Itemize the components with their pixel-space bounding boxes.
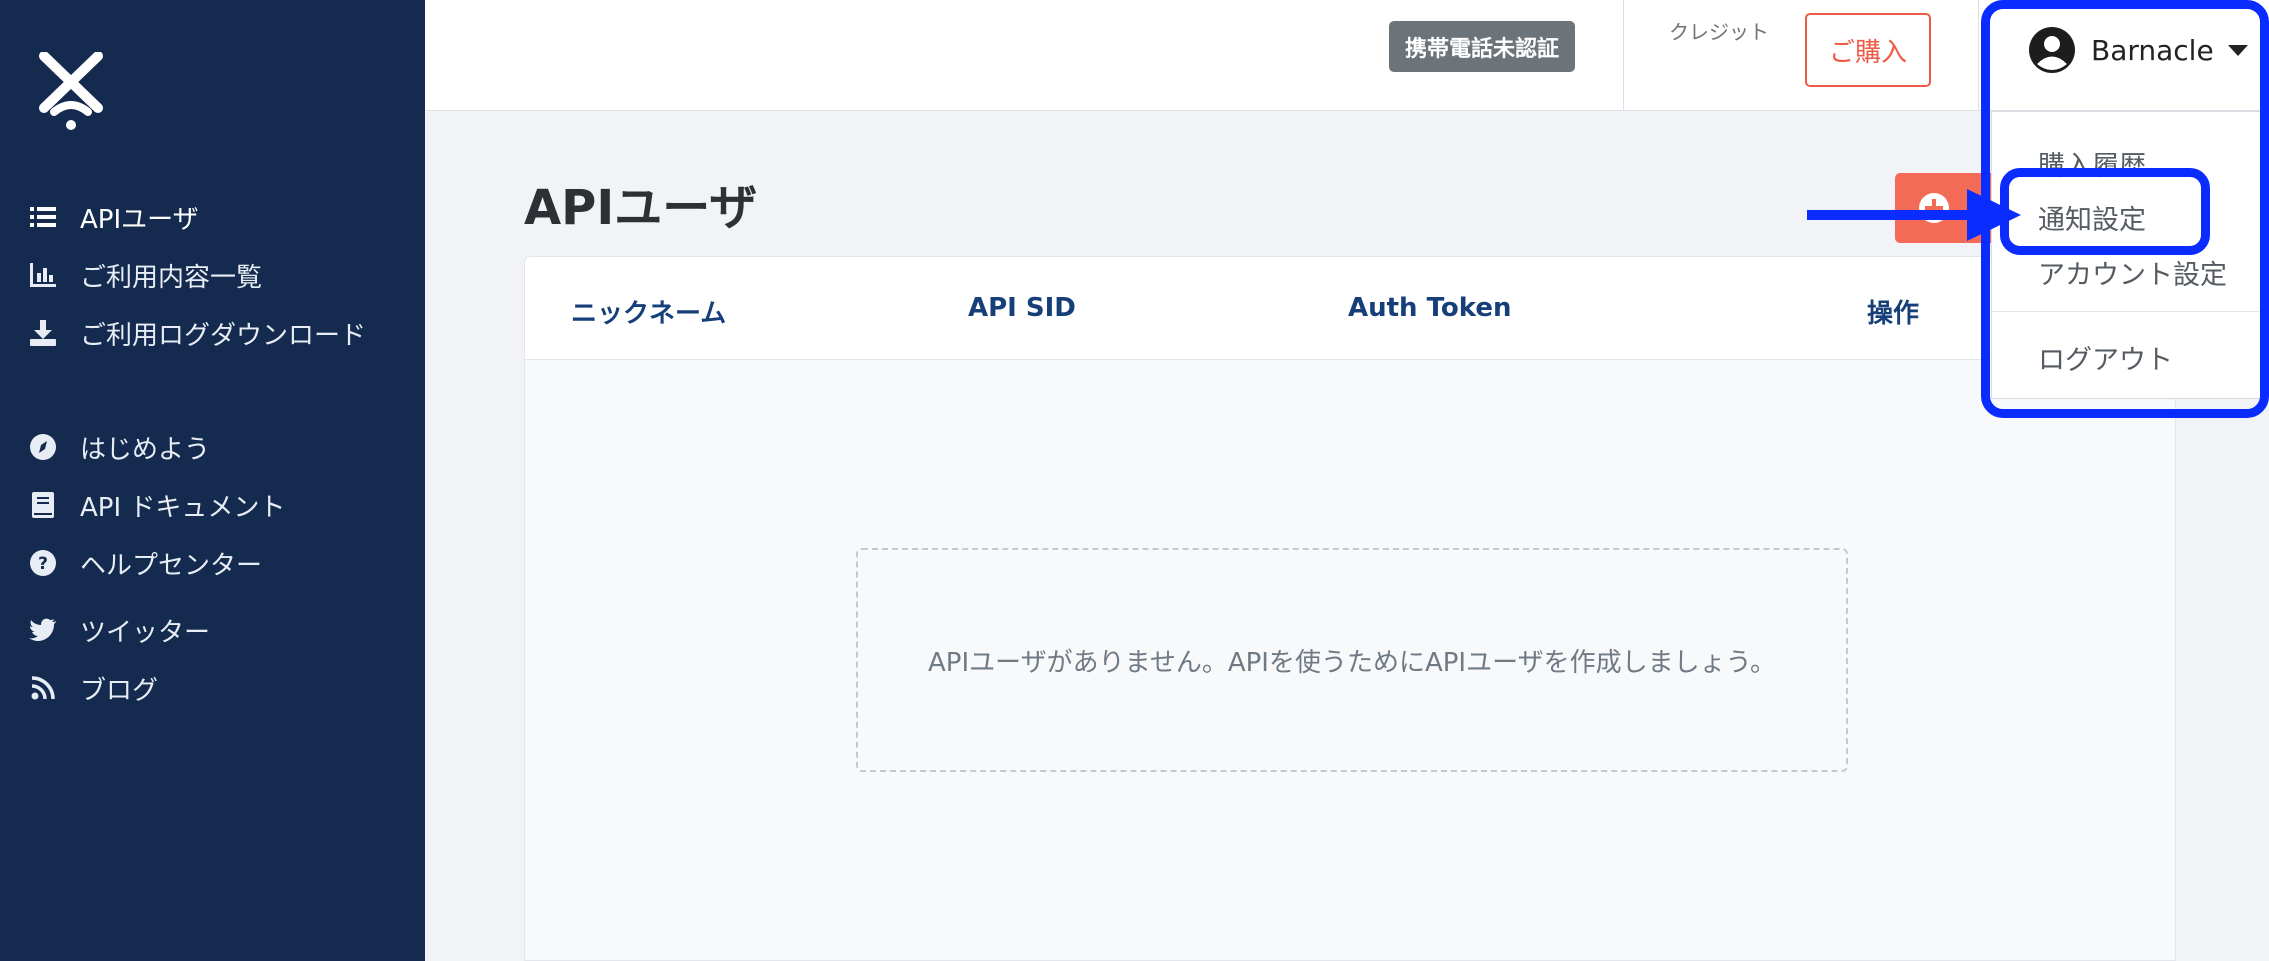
rss-icon bbox=[28, 673, 58, 703]
sidebar-item-label: ご利用内容一覧 bbox=[80, 262, 263, 293]
sidebar-item-twitter[interactable]: ツイッター bbox=[0, 601, 425, 659]
header-divider bbox=[1623, 0, 1624, 111]
question-circle-icon: ? bbox=[28, 548, 58, 578]
sidebar-main-nav: APIユーザ ご利用内容一覧 ご利用ログダウンロード bbox=[0, 188, 425, 362]
column-header-auth-token: Auth Token bbox=[1348, 293, 1512, 323]
sidebar-item-usage-log-download[interactable]: ご利用ログダウンロード bbox=[0, 304, 425, 362]
column-header-actions: 操作 bbox=[1867, 299, 1920, 329]
book-icon bbox=[28, 490, 58, 520]
sidebar-item-getting-started[interactable]: はじめよう bbox=[0, 418, 425, 476]
sidebar-item-label: はじめよう bbox=[80, 434, 211, 465]
highlight-box-notification-settings bbox=[2000, 168, 2210, 255]
svg-text:?: ? bbox=[38, 554, 48, 574]
column-header-nickname: ニックネーム bbox=[571, 299, 727, 329]
compass-icon bbox=[28, 432, 58, 462]
sidebar-item-api-users[interactable]: APIユーザ bbox=[0, 188, 425, 246]
sidebar-item-label: ご利用ログダウンロード bbox=[80, 320, 367, 351]
header-divider bbox=[1978, 0, 1979, 111]
sidebar-item-label: API ドキュメント bbox=[80, 492, 286, 523]
credit-label: クレジット bbox=[1669, 20, 1769, 44]
sidebar-item-label: APIユーザ bbox=[80, 204, 199, 235]
sidebar-help-nav: はじめよう API ドキュメント ? ヘルプセンター bbox=[0, 418, 425, 592]
phone-unverified-badge[interactable]: 携帯電話未認証 bbox=[1389, 21, 1576, 72]
sidebar-item-usage-list[interactable]: ご利用内容一覧 bbox=[0, 246, 425, 304]
column-header-api-sid: API SID bbox=[968, 293, 1076, 323]
sidebar-item-help-center[interactable]: ? ヘルプセンター bbox=[0, 534, 425, 592]
sidebar-item-api-docs[interactable]: API ドキュメント bbox=[0, 476, 425, 534]
twitter-icon bbox=[28, 615, 58, 645]
annotation-arrow-head bbox=[1967, 189, 2021, 241]
empty-state-message: APIユーザがありません。APIを使うためにAPIユーザを作成しましょう。 bbox=[856, 548, 1848, 772]
sidebar: APIユーザ ご利用内容一覧 ご利用ログダウンロード はじめよう API ドキュ… bbox=[0, 0, 425, 961]
sidebar-item-blog[interactable]: ブログ bbox=[0, 659, 425, 717]
sidebar-item-label: ツイッター bbox=[80, 617, 211, 648]
table-header: ニックネーム API SID Auth Token 操作 bbox=[525, 257, 2175, 360]
purchase-button[interactable]: ご購入 bbox=[1805, 13, 1931, 87]
page-title: APIユーザ bbox=[524, 180, 758, 236]
sidebar-item-label: ブログ bbox=[80, 675, 159, 706]
api-users-table: ニックネーム API SID Auth Token 操作 APIユーザがありませ… bbox=[524, 256, 2176, 961]
sidebar-item-label: ヘルプセンター bbox=[80, 550, 263, 581]
download-icon bbox=[28, 318, 58, 348]
list-icon bbox=[28, 202, 58, 232]
brand-logo-icon[interactable] bbox=[36, 52, 106, 132]
sidebar-social-nav: ツイッター ブログ bbox=[0, 601, 425, 717]
bar-chart-icon bbox=[28, 260, 58, 290]
